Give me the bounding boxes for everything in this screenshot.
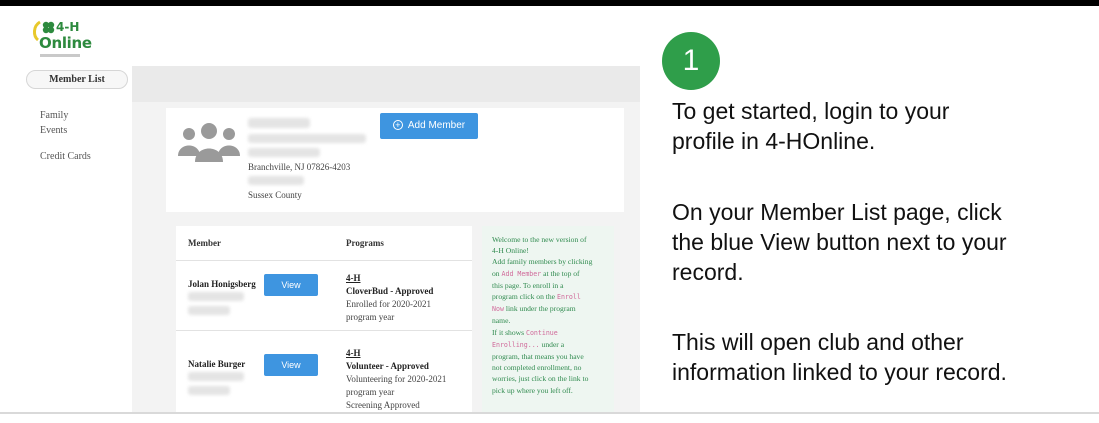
- profile-county: Sussex County: [248, 190, 302, 200]
- redacted-member-id: [188, 292, 244, 301]
- step-number-badge: 1: [662, 32, 720, 90]
- redacted-member-id: [188, 372, 244, 381]
- member-table: Member Programs Jolan Honigsberg View 4-…: [176, 226, 472, 412]
- sidebar-item-credit-cards[interactable]: Credit Cards: [40, 151, 91, 162]
- welcome-line: Add family members by clicking: [492, 257, 593, 267]
- instruction-line: This will open club and other: [672, 329, 964, 355]
- welcome-line: Now link under the program: [492, 303, 604, 315]
- instruction-line: To get started, login to your: [672, 98, 950, 124]
- logo-text-4h: 4-H: [56, 20, 80, 34]
- instruction-line: record.: [672, 259, 744, 285]
- sidebar: Member List Family Events Credit Cards: [20, 66, 132, 412]
- welcome-line: pick up where you left off.: [492, 385, 573, 395]
- family-avatar-icon: [178, 123, 240, 162]
- redacted-email: [248, 134, 366, 143]
- instruction-line: the blue View button next to your: [672, 229, 1007, 255]
- program-detail: Screening Approved: [346, 400, 420, 410]
- program-detail: Enrolled for 2020-2021: [346, 299, 431, 309]
- profile-card: Branchville, NJ 07826-4203 Sussex County…: [166, 108, 624, 212]
- add-member-code: Add Member: [501, 269, 542, 278]
- now-code: Now: [492, 305, 504, 314]
- redacted-member-age: [188, 386, 230, 395]
- welcome-line: Welcome to the new version of: [492, 235, 587, 244]
- member-name: Natalie Burger: [188, 359, 246, 369]
- welcome-line: this page. To enroll in a: [492, 280, 564, 290]
- member-name: Jolan Honigsberg: [188, 279, 256, 289]
- instruction-line: information linked to your record.: [672, 359, 1007, 385]
- add-member-label: Add Member: [407, 120, 466, 131]
- welcome-line: If it shows Continue: [492, 327, 604, 339]
- header-divider: [176, 260, 472, 261]
- enroll-code: Enroll: [556, 293, 581, 302]
- welcome-line: program click on the Enroll: [492, 291, 604, 303]
- welcome-text: If it shows: [492, 327, 525, 337]
- welcome-line: 4-H Online!: [492, 246, 529, 256]
- screenshot-panel: 4-H Online Member List Family Events Cre…: [20, 12, 640, 412]
- sidebar-item-member-list[interactable]: Member List: [26, 70, 128, 89]
- profile-address: Branchville, NJ 07826-4203: [248, 162, 351, 172]
- welcome-line: name.: [492, 316, 511, 326]
- content-header-strip: [132, 66, 640, 102]
- row-divider: [176, 330, 472, 331]
- view-button[interactable]: View: [264, 354, 318, 376]
- bottom-rule: [0, 412, 1099, 414]
- welcome-line: on Add Member at the top of: [492, 268, 604, 280]
- top-rule: [0, 0, 1099, 6]
- instruction-line: On your Member List page, click: [672, 199, 1002, 225]
- welcome-text: at the top of: [543, 268, 580, 278]
- logo-tagline: [40, 54, 80, 57]
- redacted-street: [248, 148, 320, 157]
- welcome-line: not completed enrollment, no: [492, 363, 582, 373]
- 4h-online-logo[interactable]: 4-H Online: [32, 18, 102, 62]
- logo-text-online: Online: [39, 34, 92, 52]
- sidebar-item-events[interactable]: Events: [40, 125, 67, 136]
- column-header-member: Member: [188, 238, 221, 248]
- program-status: CloverBud - Approved: [346, 286, 434, 296]
- welcome-text: under a: [541, 339, 565, 349]
- program-link[interactable]: 4-H: [346, 348, 361, 358]
- redacted-name: [248, 118, 310, 128]
- welcome-text: on: [492, 268, 500, 278]
- enrolling-code: Enrolling...: [492, 340, 540, 349]
- program-link[interactable]: 4-H: [346, 273, 361, 283]
- program-detail: program year: [346, 312, 395, 322]
- redacted-member-age: [188, 306, 230, 315]
- welcome-line: Enrolling... under a: [492, 339, 604, 351]
- view-button[interactable]: View: [264, 274, 318, 296]
- app-header: 4-H Online: [20, 12, 640, 66]
- welcome-text: link under the program: [505, 304, 576, 314]
- welcome-line: program, that means you have: [492, 352, 584, 362]
- program-status: Volunteer - Approved: [346, 361, 429, 371]
- continue-code: Continue: [525, 328, 558, 337]
- add-member-button[interactable]: + Add Member: [380, 113, 478, 139]
- welcome-line: worries, just click on the link to: [492, 374, 589, 384]
- welcome-text: program click on the: [492, 292, 556, 302]
- redacted-phone: [248, 176, 304, 185]
- welcome-note: Welcome to the new version of 4-H Online…: [482, 226, 614, 412]
- sidebar-item-family[interactable]: Family: [40, 110, 68, 121]
- plus-circle-icon: +: [392, 120, 403, 131]
- program-detail: program year: [346, 387, 395, 397]
- program-detail: Volunteering for 2020-2021: [346, 374, 447, 384]
- instruction-line: profile in 4-HOnline.: [672, 128, 876, 154]
- column-header-programs: Programs: [346, 238, 384, 248]
